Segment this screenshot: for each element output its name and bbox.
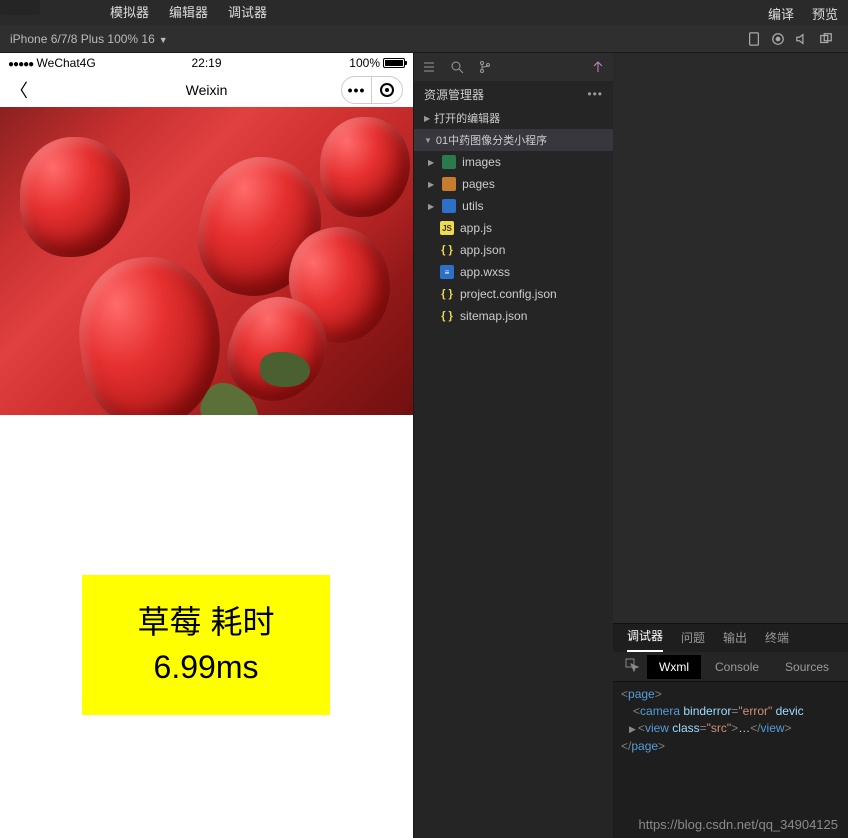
project-root-section[interactable]: ▼ 01中药图像分类小程序 — [414, 129, 613, 151]
chevron-right-icon: ▶ — [428, 202, 434, 211]
expand-icon[interactable]: ▶ — [629, 724, 636, 734]
capsule-close-button[interactable] — [372, 77, 402, 103]
list-icon[interactable] — [422, 60, 436, 74]
menu-simulator[interactable]: 模拟器 — [110, 2, 149, 25]
editor-pane: 调试器 问题 输出 终端 Wxml Console Sources <page>… — [613, 53, 848, 838]
open-editors-section[interactable]: ▶ 打开的编辑器 — [414, 107, 613, 129]
result-line1: 草莓 耗时 — [138, 600, 275, 645]
file-icon: ≡ — [440, 265, 454, 279]
camera-preview-image — [0, 107, 413, 415]
folder-icon — [442, 177, 456, 191]
tablet-icon[interactable] — [742, 27, 766, 51]
devtools-panel: 调试器 问题 输出 终端 Wxml Console Sources <page>… — [613, 623, 848, 838]
chevron-right-icon: ▶ — [424, 114, 430, 123]
menu-preview[interactable]: 预览 — [812, 4, 838, 27]
capsule-menu: ••• — [341, 76, 403, 104]
tab-sources[interactable]: Sources — [773, 655, 841, 679]
carrier-label: WeChat4G — [37, 56, 96, 70]
chevron-right-icon: ▶ — [428, 158, 434, 167]
tree-item-sitemap-json[interactable]: { } sitemap.json — [414, 305, 613, 327]
tab-debugger[interactable]: 调试器 — [627, 627, 663, 652]
mute-icon[interactable] — [790, 27, 814, 51]
tree-item-label: app.wxss — [460, 265, 510, 279]
simulator-pane: ●●●●● WeChat4G 22:19 100% 〈 Weixin ••• 草… — [0, 53, 413, 838]
detach-icon[interactable] — [814, 27, 838, 51]
explorer-toolbar — [414, 53, 613, 81]
target-icon — [380, 83, 394, 97]
inspect-icon[interactable] — [619, 653, 645, 680]
tree-item-pages[interactable]: ▶ pages — [414, 173, 613, 195]
device-selector[interactable]: iPhone 6/7/8 Plus 100% 16▼ — [10, 32, 168, 46]
battery-percent: 100% — [349, 56, 380, 70]
tree-item-app-wxss[interactable]: ≡ app.wxss — [414, 261, 613, 283]
back-icon[interactable]: 〈 — [10, 77, 28, 103]
file-icon: { } — [440, 287, 454, 301]
tree-item-images[interactable]: ▶ images — [414, 151, 613, 173]
chevron-down-icon: ▼ — [424, 136, 432, 145]
sim-content-area: 草莓 耗时 6.99ms — [0, 415, 413, 838]
battery-icon — [383, 58, 405, 68]
branch-icon[interactable] — [478, 60, 492, 74]
tab-wxml[interactable]: Wxml — [647, 655, 701, 679]
collapse-icon[interactable] — [591, 60, 605, 74]
tree-item-project-config-json[interactable]: { } project.config.json — [414, 283, 613, 305]
capsule-more-button[interactable]: ••• — [342, 77, 372, 103]
devtools-tabs-primary: 调试器 问题 输出 终端 — [613, 624, 848, 652]
editor-empty-area — [613, 53, 848, 623]
file-tree: ▶ images ▶ pages ▶ utils JS app.js { } app.json ≡ a… — [414, 151, 613, 327]
tree-item-label: app.js — [460, 221, 492, 235]
tree-item-utils[interactable]: ▶ utils — [414, 195, 613, 217]
folder-icon — [442, 199, 456, 213]
sim-nav-bar: 〈 Weixin ••• — [0, 73, 413, 107]
chevron-right-icon: ▶ — [428, 180, 434, 189]
signal-dots-icon: ●●●●● — [8, 59, 33, 70]
record-icon[interactable] — [766, 27, 790, 51]
caret-down-icon: ▼ — [159, 35, 168, 45]
explorer-header: 资源管理器 ••• — [414, 81, 613, 107]
status-time: 22:19 — [191, 56, 221, 70]
tree-item-app-js[interactable]: JS app.js — [414, 217, 613, 239]
top-menu-bar: 模拟器 编辑器 调试器 编译 预览 — [0, 0, 848, 25]
tree-item-label: pages — [462, 177, 495, 191]
menu-debugger[interactable]: 调试器 — [228, 2, 267, 25]
file-icon: { } — [440, 309, 454, 323]
explorer-pane: 资源管理器 ••• ▶ 打开的编辑器 ▼ 01中药图像分类小程序 ▶ images… — [413, 53, 613, 838]
more-icon[interactable]: ••• — [587, 87, 603, 101]
devtools-tabs-secondary: Wxml Console Sources — [613, 652, 848, 682]
tab-terminal[interactable]: 终端 — [765, 629, 789, 652]
tab-output[interactable]: 输出 — [723, 629, 747, 652]
tree-item-label: app.json — [460, 243, 505, 257]
wxml-tree[interactable]: <page> <camera binderror="error" devic ▶… — [613, 682, 848, 838]
page-title: Weixin — [186, 82, 228, 98]
result-line2: 6.99ms — [154, 645, 259, 690]
folder-icon — [442, 155, 456, 169]
menu-editor[interactable]: 编辑器 — [169, 2, 208, 25]
tree-item-label: images — [462, 155, 501, 169]
tab-problems[interactable]: 问题 — [681, 629, 705, 652]
search-icon[interactable] — [450, 60, 464, 74]
classification-result: 草莓 耗时 6.99ms — [82, 575, 330, 715]
explorer-title: 资源管理器 — [424, 86, 484, 103]
sim-status-bar: ●●●●● WeChat4G 22:19 100% — [0, 53, 413, 73]
menu-compile[interactable]: 编译 — [768, 4, 794, 27]
tab-console[interactable]: Console — [703, 655, 771, 679]
tree-item-label: project.config.json — [460, 287, 557, 301]
file-icon: { } — [440, 243, 454, 257]
tree-item-app-json[interactable]: { } app.json — [414, 239, 613, 261]
device-toolbar: iPhone 6/7/8 Plus 100% 16▼ — [0, 25, 848, 53]
tree-item-label: utils — [462, 199, 483, 213]
tree-item-label: sitemap.json — [460, 309, 527, 323]
file-icon: JS — [440, 221, 454, 235]
app-logo — [0, 0, 40, 15]
